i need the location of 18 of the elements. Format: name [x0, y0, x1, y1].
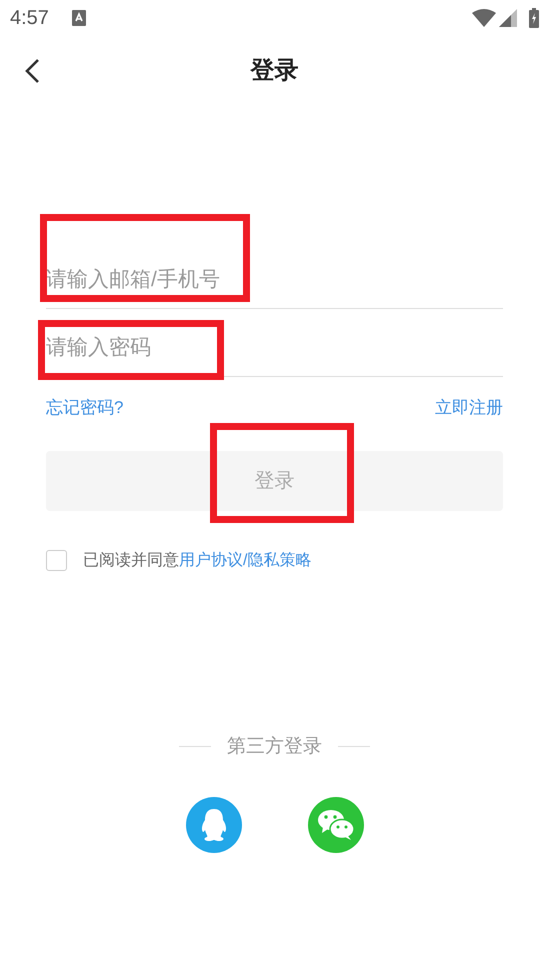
back-icon — [24, 58, 40, 84]
forgot-password-link[interactable]: 忘记密码? — [46, 395, 124, 420]
terms-link[interactable]: 用户协议 — [179, 552, 243, 568]
status-time: 4:57 — [10, 6, 49, 31]
register-link[interactable]: 立即注册 — [435, 395, 503, 420]
agreement-text: 已阅读并同意 — [83, 552, 179, 568]
third-party-title: 第三方登录 — [227, 734, 322, 758]
page-title: 登录 — [250, 56, 298, 86]
account-field[interactable]: 请输入邮箱/手机号 — [46, 252, 503, 309]
agreement-checkbox[interactable] — [46, 550, 67, 571]
privacy-link[interactable]: 隐私策略 — [247, 552, 312, 568]
signal-icon — [499, 9, 517, 27]
password-field[interactable]: 请输入密码 — [46, 320, 503, 377]
battery-icon — [529, 8, 539, 28]
keyboard-icon — [72, 10, 86, 26]
separator-text: / — [243, 552, 248, 568]
chat-bubbles-icon — [318, 809, 354, 841]
wifi-icon — [472, 9, 496, 27]
